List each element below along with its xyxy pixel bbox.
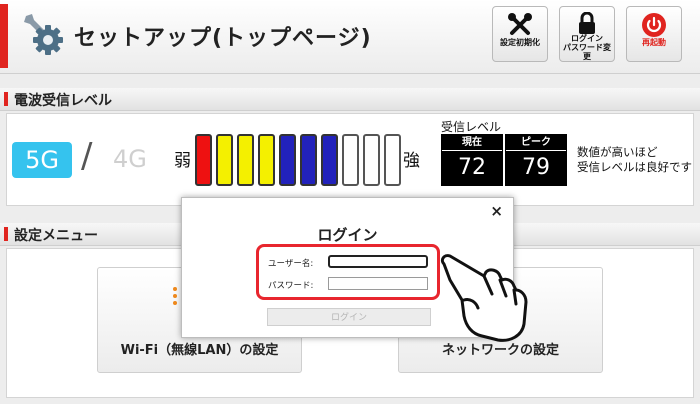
peak-level-box: ピーク 79 <box>505 134 567 186</box>
signal-bar-8 <box>342 134 359 186</box>
login-password-label-line2: パスワード変更 <box>563 43 611 61</box>
username-input[interactable] <box>328 255 428 268</box>
current-level-box: 現在 72 <box>441 134 503 186</box>
peak-value: 79 <box>522 155 550 180</box>
signal-bar-3 <box>237 134 254 186</box>
band-separator: / <box>81 136 93 176</box>
signal-bar-2 <box>216 134 233 186</box>
power-icon <box>627 12 681 38</box>
reception-note: 数値が高いほど 受信レベルは良好です <box>577 145 692 175</box>
current-label: 現在 <box>442 135 502 151</box>
current-value: 72 <box>458 155 486 180</box>
signal-bar-10 <box>384 134 401 186</box>
reception-note-line1: 数値が高いほど <box>577 145 658 159</box>
password-input[interactable] <box>328 277 428 290</box>
login-password-change-button[interactable]: ログイン パスワード変更 <box>559 6 615 62</box>
peak-label: ピーク <box>506 135 566 151</box>
strong-label: 強 <box>403 151 420 171</box>
login-dialog-title: ログイン <box>317 226 378 244</box>
factory-reset-button[interactable]: 設定初期化 <box>492 6 548 62</box>
section-accent-bar <box>4 227 8 241</box>
wifi-settings-label: Wi-Fi（無線LAN）の設定 <box>120 343 279 358</box>
reception-note-line2: 受信レベルは良好です <box>577 160 692 174</box>
menu-section-title: 設定メニュー <box>14 228 98 244</box>
section-accent-bar <box>4 92 8 106</box>
restart-button[interactable]: 再起動 <box>626 6 682 62</box>
close-icon[interactable]: × <box>490 202 503 220</box>
password-label: パスワード: <box>268 281 314 291</box>
weak-label: 弱 <box>174 151 191 171</box>
credentials-highlight <box>256 244 440 300</box>
login-button[interactable]: ログイン <box>267 308 431 326</box>
page-header: セットアップ(トップページ) 設定初期化 ログイン パスワード変更 再起動 <box>0 0 700 74</box>
restart-label: 再起動 <box>642 38 666 47</box>
signal-bar-5 <box>279 134 296 186</box>
factory-reset-label: 設定初期化 <box>500 38 540 47</box>
login-password-label-line1: ログイン <box>571 34 603 43</box>
lock-icon <box>560 11 614 34</box>
signal-bar-7 <box>321 134 338 186</box>
signal-bar-9 <box>363 134 380 186</box>
page-title: セットアップ(トップページ) <box>74 26 372 51</box>
header-accent-bar <box>0 4 8 68</box>
band-5g-badge: 5G <box>12 142 72 178</box>
signal-panel: 5G / 4G 弱 強 受信レベル 現在 72 ピーク 79 数値が高いほど 受… <box>6 113 694 206</box>
gear-wrench-icon <box>22 12 64 56</box>
pointing-hand-icon <box>438 250 530 346</box>
signal-bar-4 <box>258 134 275 186</box>
signal-section-header: 電波受信レベル <box>0 88 700 111</box>
tools-icon <box>493 12 547 38</box>
band-4g-label: 4G <box>113 145 147 173</box>
reception-level-title: 受信レベル <box>441 120 502 134</box>
username-label: ユーザー名: <box>268 259 314 269</box>
signal-bar-6 <box>300 134 317 186</box>
wifi-icon <box>172 286 178 310</box>
signal-section-title: 電波受信レベル <box>14 93 112 109</box>
signal-bar-1 <box>195 134 212 186</box>
